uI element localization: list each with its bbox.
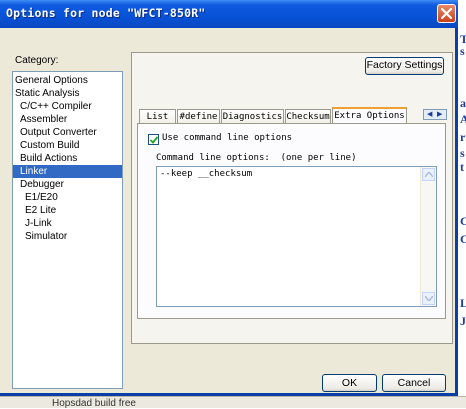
tab-diagnostics[interactable]: Diagnostics [221, 109, 284, 124]
background-char: C [460, 232, 466, 246]
category-item-label: General Options [15, 75, 88, 86]
factory-settings-button[interactable]: Factory Settings [365, 57, 444, 75]
use-cmd-label[interactable]: Use command line options [162, 133, 292, 143]
category-item[interactable]: Simulator [13, 230, 122, 243]
category-item[interactable]: C/C++ Compiler [13, 100, 122, 113]
window-title: Options for node "WFCT-850R" [6, 6, 206, 20]
background-char: r [460, 130, 466, 144]
category-item[interactable]: E2 Lite [13, 204, 122, 217]
checkmark-icon [150, 136, 158, 144]
ok-button[interactable]: OK [322, 374, 377, 392]
category-item-label: Custom Build [20, 140, 80, 151]
category-item[interactable]: Debugger [13, 178, 122, 191]
close-icon [441, 8, 452, 19]
cancel-button[interactable]: Cancel [382, 374, 446, 392]
chevron-down-icon [425, 296, 433, 301]
background-char: s [460, 146, 465, 160]
category-item[interactable]: E1/E20 [13, 191, 122, 204]
category-item[interactable]: Static Analysis [13, 87, 122, 100]
category-item[interactable]: Custom Build [13, 139, 122, 152]
background-char: A [460, 112, 466, 126]
background-char: L [460, 296, 466, 310]
chevron-right-icon[interactable]: ▶ [437, 111, 442, 119]
chevron-left-icon[interactable]: ◀ [427, 111, 432, 119]
background-app-edge [458, 0, 466, 407]
background-char: a [460, 96, 466, 110]
tab-checksum[interactable]: Checksum [285, 109, 331, 124]
scroll-up-button[interactable] [422, 168, 435, 181]
category-item[interactable]: Build Actions [13, 152, 122, 165]
category-item-label: Assembler [20, 114, 68, 125]
chevron-up-icon [425, 172, 433, 177]
category-item-label: Build Actions [20, 153, 78, 164]
category-item[interactable]: General Options [13, 74, 122, 87]
use-cmd-checkbox[interactable] [148, 134, 159, 145]
cmd-options-value[interactable]: --keep __checksum [160, 169, 252, 179]
textarea-scrollbar[interactable] [420, 167, 436, 306]
tab-define[interactable]: #define [177, 109, 220, 124]
category-item-label: E2 Lite [25, 205, 57, 216]
background-char: s [460, 44, 465, 58]
background-char: J [460, 314, 466, 328]
background-char: C [460, 214, 466, 228]
category-item[interactable]: J-Link [13, 217, 122, 230]
background-char: t [460, 160, 464, 174]
category-item-label: C/C++ Compiler [20, 101, 92, 112]
category-item[interactable]: Output Converter [13, 126, 122, 139]
category-item-label: Output Converter [20, 127, 97, 138]
category-item-label: E1/E20 [25, 192, 58, 203]
options-dialog: Options for node "WFCT-850R" Category: G… [0, 0, 458, 396]
category-item-label: Simulator [25, 231, 68, 242]
category-item[interactable]: Assembler [13, 113, 122, 126]
cmd-options-label: Command line options: (one per line) [156, 153, 357, 163]
tab-list[interactable]: List [139, 109, 176, 124]
tab-scroll-buttons[interactable]: ◀ ▶ [423, 109, 447, 120]
category-item[interactable]: Linker [13, 165, 122, 178]
category-item-label: J-Link [25, 218, 52, 229]
tab-extra-options[interactable]: Extra Options [332, 107, 407, 124]
title-bar[interactable]: Options for node "WFCT-850R" [0, 0, 458, 28]
cmd-options-textarea[interactable]: --keep __checksum [156, 166, 437, 307]
category-label: Category: [15, 55, 59, 66]
category-list[interactable]: General Options Static Analysis C/C++ Comp… [12, 71, 123, 389]
close-button[interactable] [437, 4, 456, 23]
scroll-down-button[interactable] [422, 292, 435, 305]
background-app-bottom-text: Hopsdad build free [52, 398, 136, 409]
category-item-label: Debugger [20, 179, 64, 190]
category-item-label: Linker [20, 166, 48, 177]
category-item-label: Static Analysis [15, 88, 80, 99]
